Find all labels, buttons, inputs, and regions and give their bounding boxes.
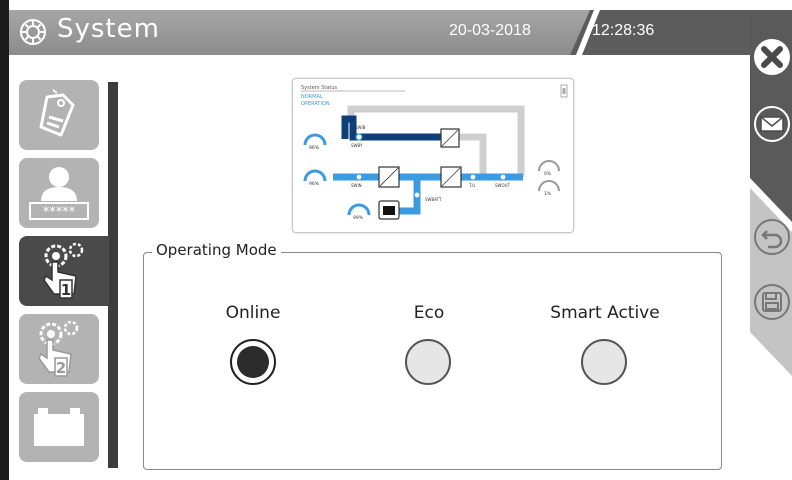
option-smart-active-label: Smart Active [550,303,660,323]
selected-dot [237,346,269,378]
sidebar-item-settings-2[interactable]: 2 [19,314,99,384]
sidebar-item-settings-1[interactable]: 1 [19,236,109,306]
rectifier [378,166,400,188]
status-line-1: NORMAL [301,94,323,100]
user-password-icon: ***** [29,167,89,220]
sidebar-item-battery[interactable] [19,392,99,462]
battery-symbol [378,200,400,220]
gauge-battery: 99% [347,203,371,221]
label-tu: T.U [468,183,475,188]
inverter [440,166,462,188]
svg-text:96%: 96% [309,181,320,187]
date-display: 20-03-2018 [449,22,531,39]
option-eco-label: Eco [413,303,445,323]
option-smart-active-radio[interactable] [581,339,627,385]
svg-text:99%: 99% [353,215,364,221]
page-title: System [57,14,160,44]
status-line-2: OPERATION [301,101,330,107]
menu-icon [560,84,568,98]
sidebar: ***** 1 2 [19,80,109,470]
label-swby: SWBY [351,143,363,148]
battery-icon [34,408,84,446]
sidebar-item-user[interactable]: ***** [19,158,99,228]
screen: System 20-03-2018 12:28:36 ***** 1 2 Sys… [0,0,792,480]
label-swin: SWIN [351,183,362,188]
svg-text:96%: 96% [309,145,320,151]
badge-1: 1 [61,281,71,299]
top-border [0,0,792,10]
envelope-icon[interactable] [752,104,792,144]
label-swout: SWOUT [495,183,511,188]
gauge-output-top: 0% [538,160,560,177]
sidebar-item-tags[interactable] [19,80,99,150]
label-swbatt: SWBATT [425,197,442,202]
gear-hand-1-icon: 1 [43,242,84,299]
gauge-input: 96% [303,169,327,187]
option-eco-radio[interactable] [405,339,451,385]
sidebar-rail [108,82,118,468]
left-border [0,0,9,480]
close-icon[interactable] [752,37,792,77]
option-online-label: Online [225,303,281,323]
badge-2: 2 [56,359,66,377]
tag-icon [39,89,75,137]
option-online-radio[interactable] [230,339,276,385]
time-display: 12:28:36 [592,22,655,39]
label-swib: SWIB [355,125,366,130]
power-flow-diagram: System Status NORMAL OPERATION SWIB SWBY… [301,84,568,221]
operating-mode-legend: Operating Mode [152,241,281,259]
status-title: System Status [301,85,338,91]
gauge-output-bottom: 1% [538,180,560,197]
gear-hand-2-icon: 2 [38,320,79,377]
floppy-icon[interactable] [752,282,792,322]
undo-icon[interactable] [752,217,792,257]
gear-icon [20,19,46,45]
gauge-bypass-input: 96% [303,133,327,151]
system-status-diagram[interactable]: System Status NORMAL OPERATION SWIB SWBY… [292,78,574,233]
bypass-static-switch [440,128,460,148]
password-mask: ***** [43,205,76,220]
svg-text:0%: 0% [544,171,552,177]
svg-text:1%: 1% [544,191,552,197]
